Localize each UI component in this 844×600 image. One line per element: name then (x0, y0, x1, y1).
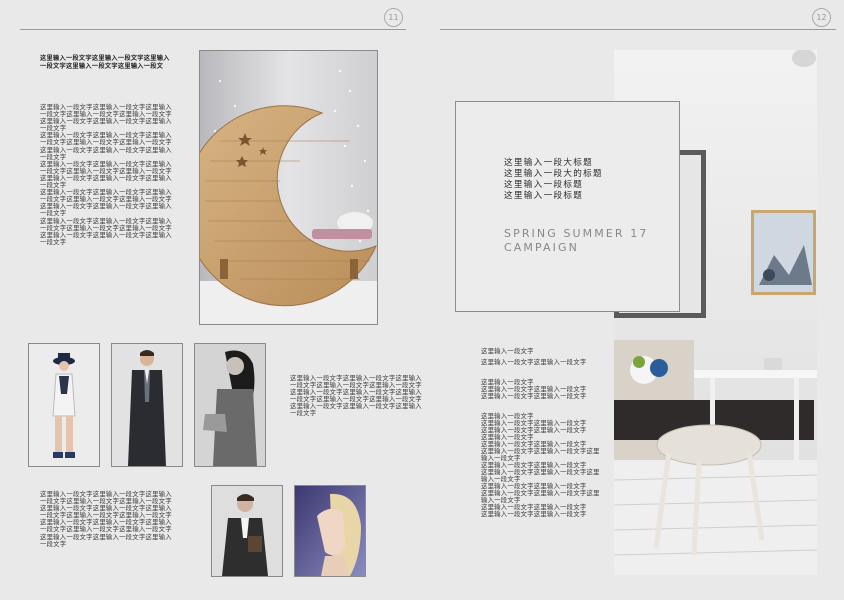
fashion-photo-man-coat (111, 343, 183, 467)
moon-chair-photo (199, 50, 378, 325)
fashion-photo-woman-hat (28, 343, 100, 467)
left-body-text-2: 这里输入一段文字这里输入一段文字这里输入 一段文字这里输入一段文字这里输入一段文… (290, 374, 422, 418)
right-text-c: 这里输入一段文字 这里输入一段文字这里输入一段文字 这里输入一段文字这里输入一段… (481, 378, 587, 400)
right-text-a: 这里输入一段文字 (481, 347, 534, 355)
left-intro-paragraph: 这里输入一段文字这里输入一段文字这里输入 一段文字这里输入一段文字这里输入一段文 (40, 55, 170, 70)
campaign-title: SPRING SUMMER 17 CAMPAIGN (504, 227, 649, 254)
left-top-rule (20, 29, 406, 30)
title-headings: 这里输入一段大标题 这里输入一段大的标题 这里输入一段标题 这里输入一段标题 (504, 158, 603, 201)
left-body-paragraph-2: 这里输入一段文字这里输入一段文字这里输入 一段文字这里输入一段文字这里输入一段文… (290, 374, 422, 418)
right-text-b: 这里输入一段文字这里输入一段文字 (481, 358, 587, 366)
right-page-number: 12 (812, 8, 831, 27)
left-body-text-1: 这里输入一段文字这里输入一段文字这里输入 一段文字这里输入一段文字这里输入一段文… (40, 103, 172, 246)
right-top-rule (440, 29, 836, 30)
left-intro-text: 这里输入一段文字这里输入一段文字这里输入 一段文字这里输入一段文字这里输入一段文 (40, 55, 170, 71)
left-body-paragraph-3: 这里输入一段文字这里输入一段文字这里输入 一段文字这里输入一段文字这里输入一段文… (40, 490, 172, 548)
left-page-number: 11 (384, 8, 403, 27)
title-card: 这里输入一段大标题 这里输入一段大的标题 这里输入一段标题 这里输入一段标题 S… (455, 101, 680, 312)
fashion-photo-woman-profile (294, 485, 366, 577)
fashion-photo-man-suit (211, 485, 283, 577)
left-body-paragraph-1: 这里输入一段文字这里输入一段文字这里输入 一段文字这里输入一段文字这里输入一段文… (40, 103, 172, 246)
right-text-d: 这里输入一段文字 这里输入一段文字这里输入一段文字 这里输入一段文字这里输入一段… (481, 412, 600, 518)
fashion-photo-woman-dark-hair (194, 343, 266, 467)
left-body-text-3: 这里输入一段文字这里输入一段文字这里输入 一段文字这里输入一段文字这里输入一段文… (40, 490, 172, 548)
